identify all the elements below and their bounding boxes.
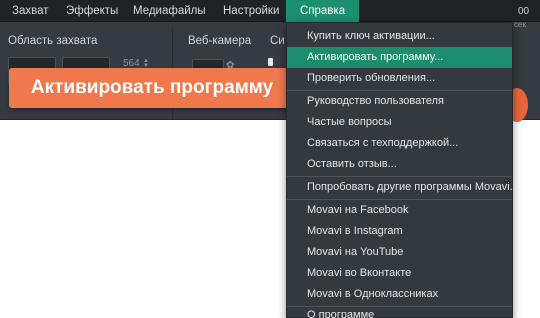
menu-item-instagram[interactable]: Movavi в Instagram [287,221,512,242]
menu-item-contact-support[interactable]: Связаться с техподдержкой... [287,133,512,154]
menu-item-odnoklassniki[interactable]: Movavi в Одноклассниках [287,284,512,305]
menu-item-vkontakte[interactable]: Movavi во Вконтакте [287,263,512,284]
activate-program-callout: Активировать программу [9,68,295,108]
menu-bar: Захват Эффекты Медиафайлы Настройки Спра… [0,0,540,22]
menu-media-files[interactable]: Медиафайлы [133,0,206,22]
menu-item-faq[interactable]: Частые вопросы [287,112,512,133]
menu-capture[interactable]: Захват [12,0,48,22]
menu-effects[interactable]: Эффекты [66,0,118,22]
help-dropdown-menu: Купить ключ активации... Активировать пр… [286,22,519,318]
menu-item-check-updates[interactable]: Проверить обновления... [287,68,512,89]
webcam-label: Веб-камера [188,35,252,47]
capture-area-label: Область захвата [8,35,98,47]
menu-help[interactable]: Справка [286,0,360,22]
menu-item-user-guide[interactable]: Руководство пользователя [287,91,512,112]
menu-settings[interactable]: Настройки [223,0,279,22]
timer-unit: сек [514,20,526,29]
menu-item-about[interactable]: О программе [287,308,512,318]
menu-separator [287,306,512,307]
timer-value: 00 [518,6,530,17]
menu-item-facebook[interactable]: Movavi на Facebook [287,200,512,221]
sound-label: Си [270,35,285,47]
menu-item-youtube[interactable]: Movavi на YouTube [287,242,512,263]
menu-item-buy-key[interactable]: Купить ключ активации... [287,26,512,47]
menu-item-leave-feedback[interactable]: Оставить отзыв... [287,154,512,175]
menu-item-activate[interactable]: Активировать программу... [287,47,512,68]
microphone-level-icon [268,58,273,66]
menu-item-other-programs[interactable]: Попробовать другие программы Movavi... [287,177,519,198]
